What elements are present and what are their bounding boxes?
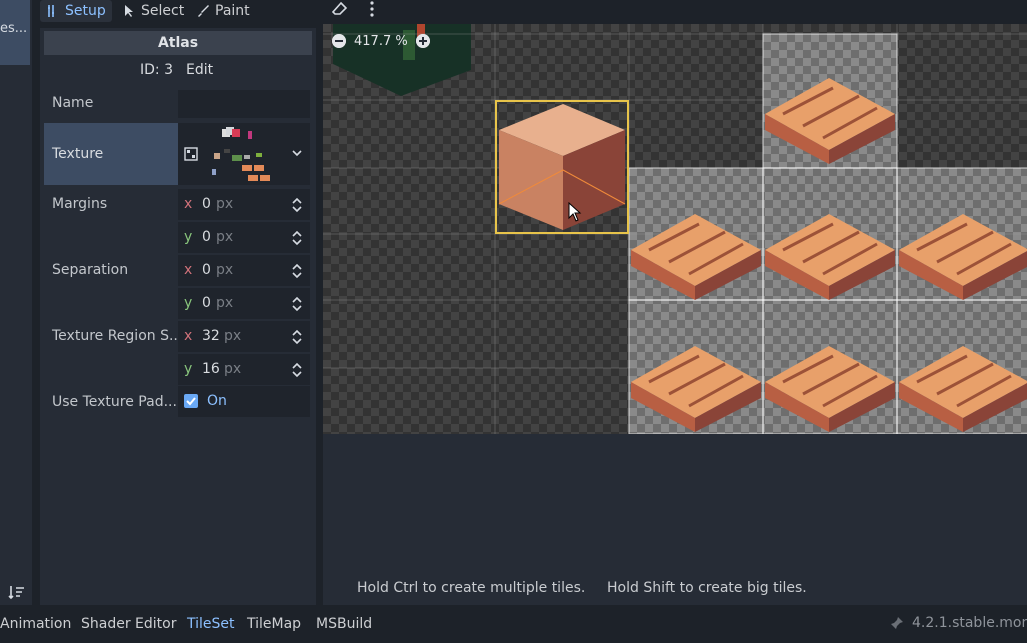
brush-icon [198,5,209,17]
tab-select-label: Select [141,3,185,19]
name-field[interactable] [178,90,310,118]
separation-x-value: 0 [202,262,211,278]
sort-icon[interactable] [8,583,26,601]
atlas-id-row: ID: 3 Edit [40,62,316,82]
atlas-viewport[interactable]: 417.7 % [323,24,1027,434]
axis-x-label: x [184,328,193,344]
edit-id-button[interactable]: Edit [186,62,213,78]
separation-y-value: 0 [202,295,211,311]
zoom-out-icon[interactable] [332,34,346,48]
tab-paint[interactable]: Paint [190,0,256,22]
spin-arrows-icon[interactable] [292,329,302,345]
separation-x-field[interactable]: x 0 px [178,255,310,286]
region-size-x-field[interactable]: x 32 px [178,321,310,352]
spin-arrows-icon[interactable] [292,230,302,246]
brick-slab-tile[interactable] [629,210,763,300]
tab-setup[interactable]: Setup [40,0,112,22]
use-padding-checkbox[interactable]: On [178,386,310,417]
region-size-x-value: 32 [202,328,220,344]
axis-y-label: y [184,229,193,245]
tileset-toolbar: Setup Select Paint [32,0,1027,24]
spin-arrows-icon[interactable] [292,197,302,213]
atlas-section-header[interactable]: Atlas [44,31,312,55]
version-info: 4.2.1.stable.mono [890,615,1027,631]
tab-shader-editor[interactable]: Shader Editor [81,616,176,632]
tab-paint-label: Paint [215,3,250,19]
axis-y-label: y [184,361,193,377]
tab-tilemap[interactable]: TileMap [247,616,301,632]
zoom-control: 417.7 % [332,33,430,49]
margins-y-value: 0 [202,229,211,245]
checkbox-checked-icon [184,394,198,408]
chevron-down-icon[interactable] [292,149,302,157]
left-dock-panel: es... [0,0,32,605]
zoom-level[interactable]: 417.7 % [354,34,408,49]
hint-ctrl: Hold Ctrl to create multiple tiles. [357,580,586,596]
use-padding-label: Use Texture Pad... [52,394,177,410]
margins-x-value: 0 [202,196,211,212]
name-label: Name [52,95,94,111]
region-size-x-unit: px [224,328,242,344]
dock-selected-label: es... [0,21,28,36]
dock-selected-item[interactable]: es... [0,0,30,65]
mouse-cursor-icon [568,202,582,222]
margins-y-unit: px [216,229,234,245]
atlas-id-label: ID: 3 [140,62,173,78]
brick-slab-tile[interactable] [763,210,897,300]
region-size-y-unit: px [224,361,242,377]
margins-x-field[interactable]: x 0 px [178,189,310,220]
brick-slab-tile[interactable] [763,342,897,432]
brick-slab-tile[interactable] [763,74,897,164]
wrench-icon [48,5,54,17]
brick-slab-tile[interactable] [897,210,1027,300]
tab-tileset[interactable]: TileSet [187,616,235,632]
margins-label: Margins [52,196,108,212]
brick-slab-tile[interactable] [897,342,1027,432]
axis-y-label: y [184,295,193,311]
tab-setup-label: Setup [65,3,106,19]
selected-cube-tile[interactable] [495,100,629,234]
tab-animation[interactable]: Animation [0,616,71,632]
separation-label: Separation [52,262,129,278]
brick-slab-tile[interactable] [629,342,763,432]
eraser-icon[interactable] [332,1,348,17]
margins-x-unit: px [216,196,234,212]
region-size-y-field[interactable]: y 16 px [178,354,310,385]
separation-y-field[interactable]: y 0 px [178,288,310,319]
separation-x-unit: px [216,262,234,278]
tab-msbuild[interactable]: MSBuild [316,616,372,632]
separation-y-unit: px [216,295,234,311]
cursor-icon [125,5,133,17]
region-size-label: Texture Region S... [52,328,183,344]
texture-label: Texture [52,146,104,162]
axis-x-label: x [184,196,193,212]
tab-select[interactable]: Select [116,0,190,22]
texture-picker[interactable] [178,123,310,185]
axis-x-label: x [184,262,193,278]
atlas-inspector: Atlas ID: 3 Edit Name Texture Margins x … [40,28,316,605]
bottom-panel-tabs: Animation Shader Editor TileSet TileMap … [0,607,1027,643]
texture-preview [212,127,270,181]
spin-arrows-icon[interactable] [292,263,302,279]
region-size-y-value: 16 [202,361,220,377]
use-padding-value: On [207,393,227,409]
zoom-in-icon[interactable] [415,34,430,48]
hint-shift: Hold Shift to create big tiles. [607,580,807,596]
spin-arrows-icon[interactable] [292,296,302,312]
spin-arrows-icon[interactable] [292,362,302,378]
version-label: 4.2.1.stable.mono [912,615,1027,631]
kebab-menu-icon[interactable] [366,0,378,18]
texture-resource-icon [184,147,198,161]
pin-icon[interactable] [890,616,904,630]
margins-y-field[interactable]: y 0 px [178,222,310,253]
